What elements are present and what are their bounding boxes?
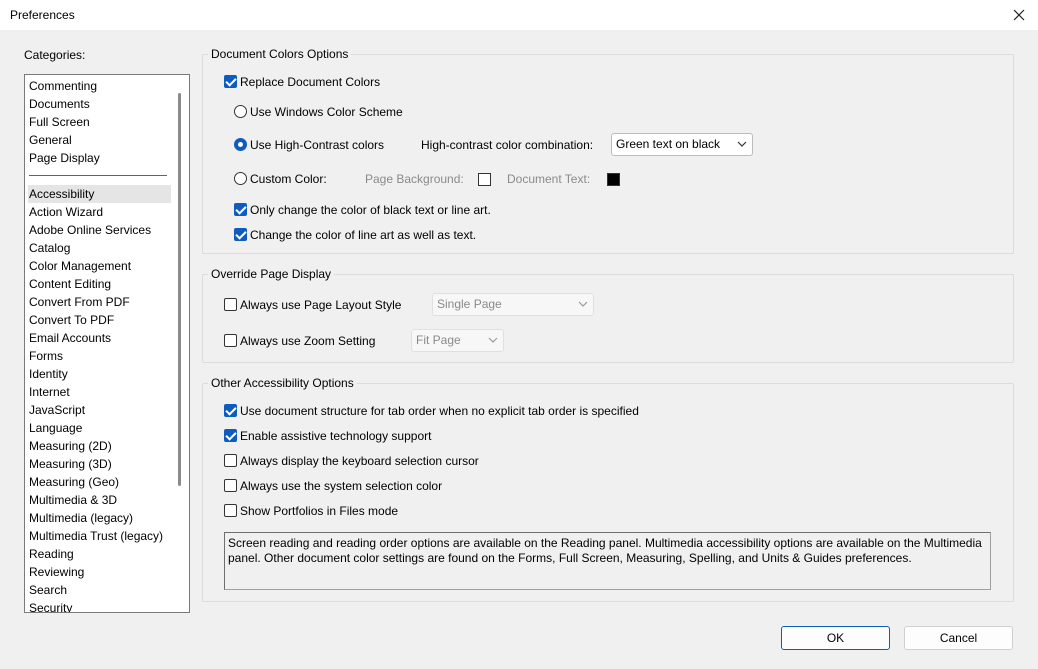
category-item-content-editing[interactable]: Content Editing xyxy=(28,275,171,293)
tab-order-checkbox[interactable] xyxy=(224,404,237,417)
category-item-action-wizard[interactable]: Action Wizard xyxy=(28,203,171,221)
category-item-measuring-geo[interactable]: Measuring (Geo) xyxy=(28,473,171,491)
windows-color-scheme-label: Use Windows Color Scheme xyxy=(250,105,403,119)
chevron-down-icon xyxy=(578,301,588,307)
category-item-catalog[interactable]: Catalog xyxy=(28,239,171,257)
page-background-label: Page Background: xyxy=(365,172,464,186)
zoom-setting-value: Fit Page xyxy=(416,333,461,347)
category-item-reading[interactable]: Reading xyxy=(28,545,171,563)
high-contrast-radio[interactable] xyxy=(234,138,247,151)
category-item-measuring-2d[interactable]: Measuring (2D) xyxy=(28,437,171,455)
page-layout-checkbox[interactable] xyxy=(224,298,237,311)
zoom-setting-select[interactable]: Fit Page xyxy=(411,329,504,352)
window-title: Preferences xyxy=(10,8,75,22)
category-item-language[interactable]: Language xyxy=(28,419,171,437)
zoom-setting-label: Always use Zoom Setting xyxy=(240,334,376,348)
categories-scrollbar-thumb[interactable] xyxy=(178,93,181,486)
only-black-label: Only change the color of black text or l… xyxy=(250,203,491,217)
cancel-button[interactable]: Cancel xyxy=(904,626,1013,650)
zoom-setting-checkbox[interactable] xyxy=(224,334,237,347)
category-item-security[interactable]: Security xyxy=(28,599,171,612)
page-layout-value: Single Page xyxy=(437,297,502,311)
category-item-page-display[interactable]: Page Display xyxy=(28,149,171,167)
ok-button[interactable]: OK xyxy=(781,626,890,650)
windows-color-scheme-radio[interactable] xyxy=(234,105,247,118)
category-item-javascript[interactable]: JavaScript xyxy=(28,401,171,419)
tab-order-label: Use document structure for tab order whe… xyxy=(240,404,639,418)
category-item-measuring-3d[interactable]: Measuring (3D) xyxy=(28,455,171,473)
document-colors-title: Document Colors Options xyxy=(208,47,352,61)
category-item-convert-to-pdf[interactable]: Convert To PDF xyxy=(28,311,171,329)
title-bar: Preferences xyxy=(0,0,1038,30)
category-item-commenting[interactable]: Commenting xyxy=(28,77,171,95)
combination-label: High-contrast color combination: xyxy=(421,138,594,152)
categories-list[interactable]: Commenting Documents Full Screen General… xyxy=(24,74,190,613)
override-page-display-group xyxy=(202,274,1014,363)
system-selection-color-label: Always use the system selection color xyxy=(240,479,443,493)
category-item-reviewing[interactable]: Reviewing xyxy=(28,563,171,581)
category-item-accessibility[interactable]: Accessibility xyxy=(28,185,171,203)
category-item-convert-from-pdf[interactable]: Convert From PDF xyxy=(28,293,171,311)
info-text-box: Screen reading and reading order options… xyxy=(224,532,991,590)
other-accessibility-title: Other Accessibility Options xyxy=(208,376,357,390)
assistive-tech-checkbox[interactable] xyxy=(224,429,237,442)
category-item-color-management[interactable]: Color Management xyxy=(28,257,171,275)
portfolios-label: Show Portfolios in Files mode xyxy=(240,504,399,518)
category-item-documents[interactable]: Documents xyxy=(28,95,171,113)
category-item-identity[interactable]: Identity xyxy=(28,365,171,383)
custom-color-radio[interactable] xyxy=(234,172,247,185)
page-layout-label: Always use Page Layout Style xyxy=(240,298,402,312)
category-item-multimedia-trust-legacy[interactable]: Multimedia Trust (legacy) xyxy=(28,527,171,545)
page-layout-select[interactable]: Single Page xyxy=(432,293,594,316)
keyboard-cursor-checkbox[interactable] xyxy=(224,454,237,467)
replace-colors-checkbox[interactable] xyxy=(224,75,237,88)
category-item-multimedia-3d[interactable]: Multimedia & 3D xyxy=(28,491,171,509)
combination-value: Green text on black xyxy=(616,137,721,151)
keyboard-cursor-label: Always display the keyboard selection cu… xyxy=(240,454,479,468)
category-item-forms[interactable]: Forms xyxy=(28,347,171,365)
category-item-full-screen[interactable]: Full Screen xyxy=(28,113,171,131)
categories-label: Categories: xyxy=(24,48,86,62)
category-item-search[interactable]: Search xyxy=(28,581,171,599)
document-text-label: Document Text: xyxy=(507,172,591,186)
category-item-adobe-online-services[interactable]: Adobe Online Services xyxy=(28,221,171,239)
chevron-down-icon xyxy=(737,141,747,147)
category-item-general[interactable]: General xyxy=(28,131,171,149)
close-icon[interactable] xyxy=(1008,4,1030,26)
document-text-swatch[interactable] xyxy=(607,173,620,186)
chevron-down-icon xyxy=(488,337,498,343)
category-item-email-accounts[interactable]: Email Accounts xyxy=(28,329,171,347)
replace-colors-label: Replace Document Colors xyxy=(240,75,381,89)
line-art-label: Change the color of line art as well as … xyxy=(250,228,477,242)
only-black-checkbox[interactable] xyxy=(234,203,247,216)
page-background-swatch[interactable] xyxy=(478,173,491,186)
assistive-tech-label: Enable assistive technology support xyxy=(240,429,432,443)
system-selection-color-checkbox[interactable] xyxy=(224,479,237,492)
category-item-internet[interactable]: Internet xyxy=(28,383,171,401)
category-separator xyxy=(29,175,167,176)
line-art-checkbox[interactable] xyxy=(234,228,247,241)
override-page-display-title: Override Page Display xyxy=(208,267,335,281)
portfolios-checkbox[interactable] xyxy=(224,504,237,517)
category-item-multimedia-legacy[interactable]: Multimedia (legacy) xyxy=(28,509,171,527)
combination-select[interactable]: Green text on black xyxy=(611,133,753,156)
custom-color-label: Custom Color: xyxy=(250,172,327,186)
high-contrast-label: Use High-Contrast colors xyxy=(250,138,385,152)
